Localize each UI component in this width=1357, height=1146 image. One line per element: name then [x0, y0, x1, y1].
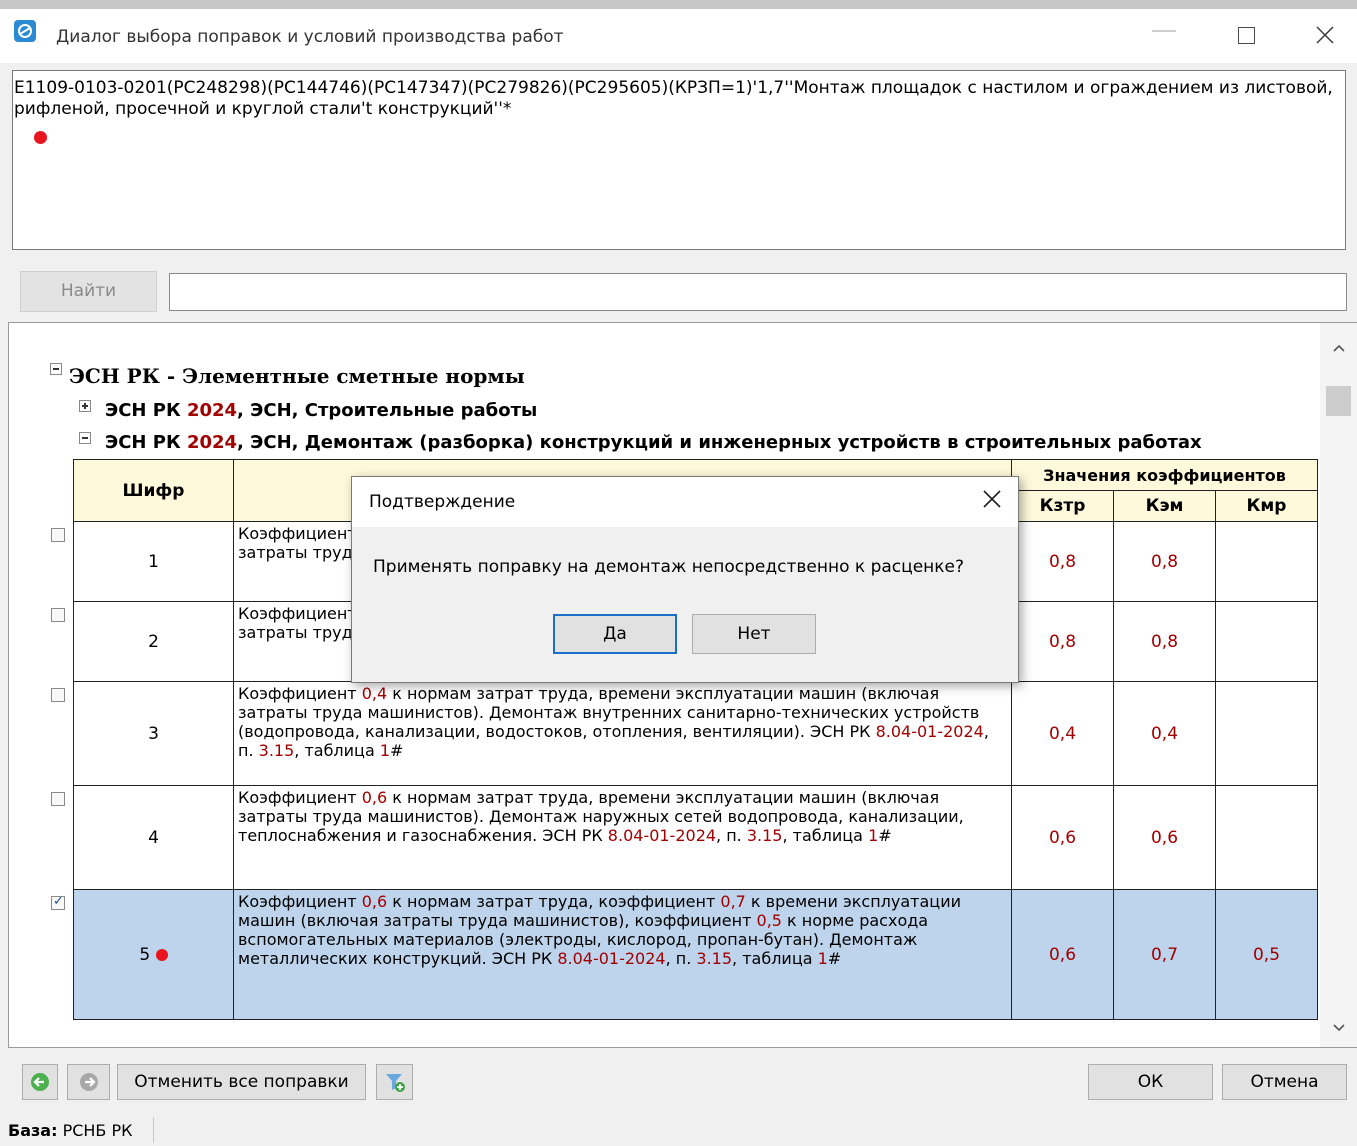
row-description: Коэффициент 0,6 к нормам затрат труда, к…: [233, 889, 1012, 1020]
formula-text: Е1109-0103-0201(РС248298)(РС144746)(РС14…: [14, 78, 1339, 119]
column-header-kztr: Кзтр: [1011, 490, 1114, 522]
dialog-close-icon[interactable]: [981, 488, 1003, 510]
row-kztr: 0,8: [1011, 521, 1114, 602]
row-checkbox[interactable]: [51, 792, 65, 806]
row-checkbox[interactable]: [51, 608, 65, 622]
row-description: Коэффициент 0,4 к нормам затрат труда, в…: [233, 681, 1012, 786]
collapse-icon[interactable]: [79, 432, 91, 444]
search-input[interactable]: [169, 273, 1347, 311]
row-code: 5: [73, 889, 234, 1020]
ok-button[interactable]: ОК: [1088, 1064, 1213, 1100]
dialog-title: Подтверждение: [369, 492, 516, 512]
tree-root-label[interactable]: ЭСН РК - Элементные сметные нормы: [69, 364, 525, 388]
row-kem: 0,4: [1113, 681, 1216, 786]
row-kztr: 0,6: [1011, 785, 1114, 890]
scroll-thumb[interactable]: [1326, 386, 1351, 416]
filter-add-icon: [385, 1074, 405, 1092]
filter-add-button[interactable]: [376, 1064, 413, 1100]
row-kmr: [1215, 601, 1318, 682]
row-checkbox[interactable]: [51, 688, 65, 702]
yes-button[interactable]: Да: [553, 614, 677, 654]
row-code: 2: [73, 601, 234, 682]
row-kem: 0,7: [1113, 889, 1216, 1020]
row-kem: 0,8: [1113, 521, 1216, 602]
row-checkbox[interactable]: [51, 528, 65, 542]
column-group-header: Значения коэффициентов: [1011, 459, 1318, 491]
undo-icon: [31, 1073, 49, 1091]
table-row-selected[interactable]: 5 Коэффициент 0,6 к нормам затрат труда,…: [73, 889, 1318, 1020]
tree-node-demolition[interactable]: ЭСН РК 2024, ЭСН, Демонтаж (разборка) ко…: [105, 432, 1202, 453]
minimize-icon[interactable]: [1152, 30, 1176, 32]
collapse-icon[interactable]: [50, 363, 62, 375]
cancel-button[interactable]: Отмена: [1222, 1064, 1347, 1100]
app-icon: [14, 20, 36, 42]
chevron-down-icon[interactable]: [1333, 1023, 1345, 1033]
status-base: База: РСНБ РК: [8, 1121, 133, 1140]
row-kztr: 0,6: [1011, 889, 1114, 1020]
column-header-code: Шифр: [73, 459, 234, 522]
maximize-icon[interactable]: [1238, 27, 1255, 44]
status-bar: [0, 1113, 1357, 1146]
cancel-all-corrections-button[interactable]: Отменить все поправки: [117, 1064, 366, 1100]
expand-icon[interactable]: [79, 400, 91, 412]
close-icon[interactable]: [1310, 20, 1340, 50]
marker-dot: [155, 948, 168, 961]
row-checkbox-checked[interactable]: [51, 894, 65, 910]
row-kem: 0,6: [1113, 785, 1216, 890]
chevron-up-icon[interactable]: [1333, 343, 1345, 353]
status-separator: [153, 1117, 154, 1143]
window-top-border: [0, 0, 1357, 9]
column-header-kmr: Кмр: [1215, 490, 1318, 522]
row-kem: 0,8: [1113, 601, 1216, 682]
table-row[interactable]: 4 Коэффициент 0,6 к нормам затрат труда,…: [73, 785, 1318, 890]
redo-icon: [79, 1073, 98, 1091]
row-kmr: [1215, 521, 1318, 602]
no-button[interactable]: Нет: [692, 614, 816, 654]
row-code: 4: [73, 785, 234, 890]
window-title: Диалог выбора поправок и условий произво…: [56, 27, 564, 47]
row-kztr: 0,4: [1011, 681, 1114, 786]
row-kztr: 0,8: [1011, 601, 1114, 682]
cursor-marker: [34, 131, 47, 144]
row-kmr: [1215, 681, 1318, 786]
scrollbar[interactable]: [1320, 323, 1357, 1047]
table-row[interactable]: 3 Коэффициент 0,4 к нормам затрат труда,…: [73, 681, 1318, 786]
row-description: Коэффициент 0,6 к нормам затрат труда, в…: [233, 785, 1012, 890]
dialog-message: Применять поправку на демонтаж непосредс…: [373, 557, 965, 577]
undo-button[interactable]: [22, 1064, 58, 1100]
row-code: 3: [73, 681, 234, 786]
column-header-kem: Кэм: [1113, 490, 1216, 522]
find-button[interactable]: Найти: [20, 271, 157, 312]
row-kmr: [1215, 785, 1318, 890]
row-kmr: 0,5: [1215, 889, 1318, 1020]
row-code: 1: [73, 521, 234, 602]
tree-node-construction[interactable]: ЭСН РК 2024, ЭСН, Строительные работы: [105, 400, 537, 421]
redo-button[interactable]: [67, 1064, 110, 1100]
tree-bottom-area: [9, 1024, 1320, 1047]
